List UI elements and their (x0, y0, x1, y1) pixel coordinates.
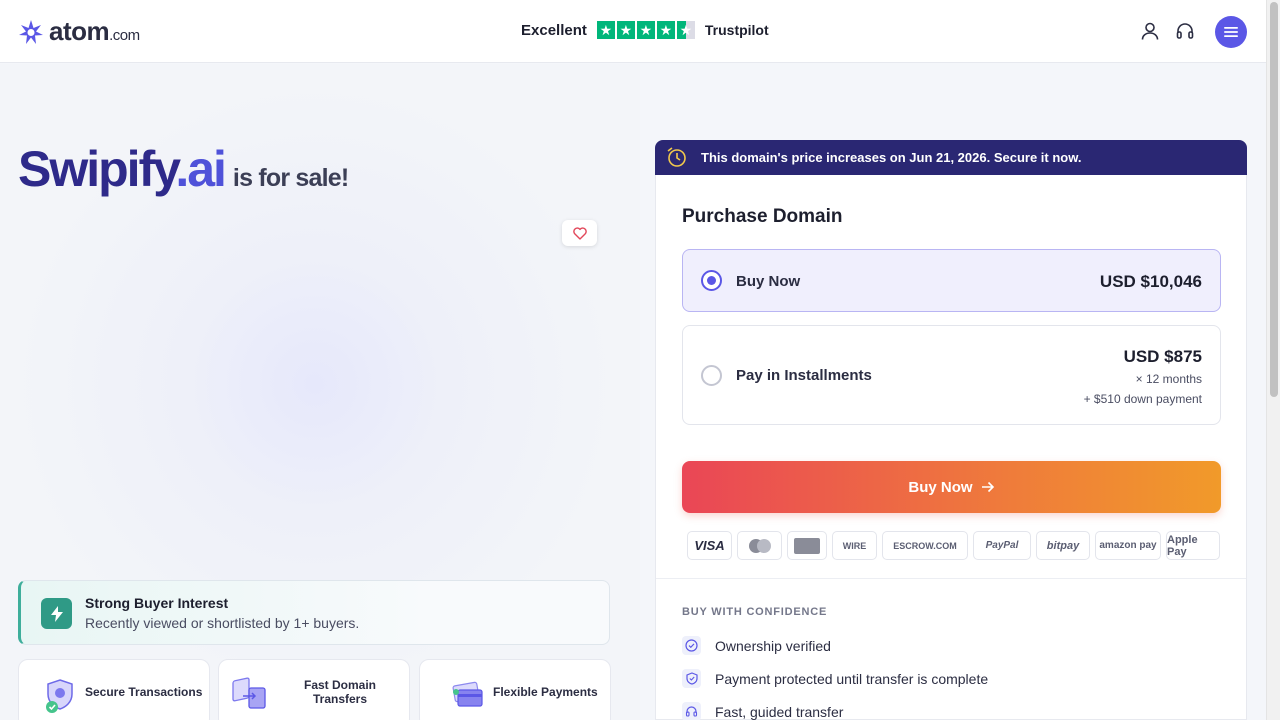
feature-label: Flexible Payments (493, 685, 598, 699)
favorite-button[interactable] (562, 220, 597, 246)
installments-radio[interactable] (701, 365, 722, 386)
half-star-icon: ★ (676, 21, 695, 39)
site-header: atom.com Excellent ★ ★ ★ ★ ★ Trustpilot (0, 0, 1266, 63)
user-icon[interactable] (1140, 21, 1160, 41)
buy-now-button-label: Buy Now (908, 478, 973, 496)
confidence-item: Fast, guided transfer (682, 702, 843, 720)
lightning-icon (41, 598, 72, 629)
buyer-interest-title: Strong Buyer Interest (85, 595, 229, 611)
option-label: Buy Now (736, 273, 801, 290)
scrollbar-thumb[interactable] (1270, 2, 1278, 397)
shield-icon (46, 679, 73, 713)
trustpilot-brand: Trustpilot (704, 22, 769, 38)
paypal-icon: PayPal (973, 531, 1031, 560)
trustpilot-stars: ★ ★ ★ ★ ★ (596, 21, 695, 39)
option-installments[interactable]: Pay in Installments USD $875 × 12 months… (682, 325, 1221, 425)
shield-check-icon (682, 669, 701, 688)
confidence-item-label: Payment protected until transfer is comp… (715, 670, 989, 687)
feature-fast-transfers: Fast Domain Transfers (218, 659, 410, 720)
installment-term: × 12 months (1135, 372, 1202, 386)
option-price: USD $10,046 (1099, 272, 1202, 291)
purchase-title: Purchase Domain (682, 206, 843, 227)
escrow-icon: ESCROW.COM (882, 531, 968, 560)
clock-lightning-icon (667, 147, 686, 167)
heart-icon (572, 226, 587, 240)
feature-label: Fast Domain Transfers (303, 678, 376, 706)
page-title: Swipify.ai is for sale! (18, 140, 349, 198)
star-icon: ★ (596, 21, 615, 39)
star-icon: ★ (656, 21, 675, 39)
feature-label: Secure Transactions (85, 685, 203, 699)
feature-secure-transactions: Secure Transactions (18, 659, 210, 720)
price-increase-text: This domain's price increases on Jun 21,… (701, 150, 1082, 165)
logo-text: atom.com (49, 16, 140, 46)
for-sale-text: is for sale! (232, 164, 349, 192)
mastercard-icon (737, 531, 782, 560)
confidence-item-label: Ownership verified (715, 637, 831, 654)
confidence-heading: BUY WITH CONFIDENCE (682, 606, 828, 618)
page-scrollbar[interactable] (1266, 0, 1280, 720)
buy-now-radio[interactable] (701, 270, 722, 291)
option-buy-now[interactable]: Buy Now USD $10,046 (682, 249, 1221, 312)
arrow-right-icon (981, 481, 994, 493)
menu-button[interactable] (1215, 16, 1247, 48)
purchase-card: Purchase Domain Buy Now USD $10,046 Pay … (655, 175, 1247, 720)
card-icon (452, 681, 483, 707)
section-divider (656, 578, 1246, 579)
atom-logo[interactable]: atom.com (17, 16, 140, 47)
down-payment: + $510 down payment (1083, 392, 1202, 406)
menu-icon (1224, 27, 1238, 37)
domain-name: Swipify.ai (18, 141, 227, 197)
confidence-item: Ownership verified (682, 636, 831, 655)
feature-flexible-payments: Flexible Payments (419, 659, 611, 720)
trustpilot-rating[interactable]: Excellent ★ ★ ★ ★ ★ Trustpilot (521, 21, 769, 39)
transfer-icon (232, 677, 266, 709)
verified-check-icon (682, 636, 701, 655)
headset-icon (682, 702, 701, 720)
apple-pay-icon: Apple Pay (1166, 531, 1220, 560)
bitpay-icon: bitpay (1036, 531, 1090, 560)
confidence-item-label: Fast, guided transfer (715, 703, 844, 720)
amex-icon (787, 531, 827, 560)
headset-icon[interactable] (1175, 21, 1195, 41)
buyer-interest-subtitle: Recently viewed or shortlisted by 1+ buy… (85, 615, 360, 631)
star-icon: ★ (616, 21, 635, 39)
option-price: USD $875 (1123, 347, 1202, 366)
trustpilot-rating-label: Excellent (521, 21, 587, 39)
amazon-pay-icon: amazon pay (1095, 531, 1161, 560)
atom-star-icon (19, 19, 43, 44)
confidence-item: Payment protected until transfer is comp… (682, 669, 988, 688)
visa-icon: VISA (687, 531, 732, 560)
buy-now-button[interactable]: Buy Now (682, 461, 1221, 513)
wire-transfer-icon: WIRE (832, 531, 877, 560)
star-icon: ★ (636, 21, 655, 39)
option-label: Pay in Installments (736, 367, 872, 384)
price-increase-banner: This domain's price increases on Jun 21,… (655, 140, 1247, 175)
buyer-interest-banner: Strong Buyer Interest Recently viewed or… (18, 580, 610, 645)
